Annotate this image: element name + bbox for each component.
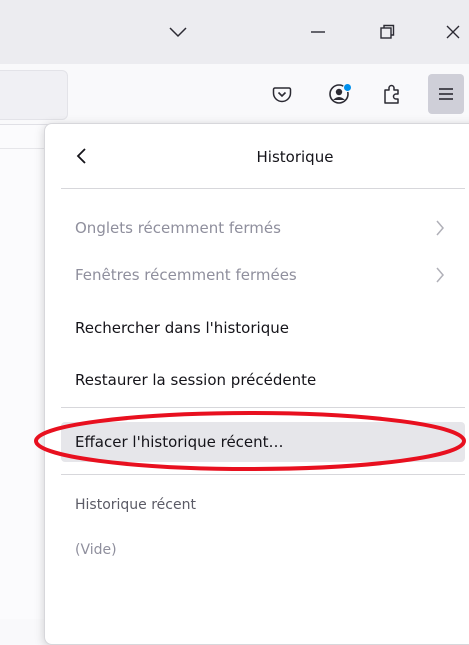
- recent-history-heading: Historique récent: [75, 497, 196, 513]
- menu-item-restore-session[interactable]: Restaurer la session précédente: [61, 360, 465, 400]
- minimize-button[interactable]: [300, 14, 336, 50]
- panel-title: Historique: [256, 148, 334, 166]
- url-bar[interactable]: [0, 70, 68, 120]
- menu-item-clear-recent-history[interactable]: Effacer l'historique récent…: [61, 422, 465, 462]
- chevron-down-icon: [169, 27, 187, 38]
- separator: [61, 188, 465, 189]
- page-content: [0, 125, 44, 619]
- app-menu-button[interactable]: [428, 74, 464, 114]
- restore-icon: [380, 24, 395, 39]
- menu-item-recently-closed-windows[interactable]: Fenêtres récemment fermées: [61, 255, 465, 295]
- chevron-right-icon: [436, 220, 444, 236]
- menu-item-label: Rechercher dans l'historique: [75, 319, 289, 337]
- separator: [61, 407, 465, 408]
- close-icon: [446, 25, 460, 39]
- minimize-icon: [311, 31, 325, 33]
- menu-item-recently-closed-tabs[interactable]: Onglets récemment fermés: [61, 208, 465, 248]
- close-window-button[interactable]: [435, 14, 469, 50]
- menu-item-label: Restaurer la session précédente: [75, 371, 317, 389]
- puzzle-icon: [384, 84, 399, 104]
- list-all-tabs-button[interactable]: [160, 14, 196, 50]
- separator: [61, 474, 465, 475]
- extensions-button[interactable]: [376, 78, 408, 110]
- title-bar: [0, 0, 469, 64]
- history-panel: Historique Onglets récemment fermés Fenê…: [44, 123, 469, 645]
- hamburger-menu-icon: [439, 88, 453, 100]
- account-button[interactable]: [323, 78, 355, 110]
- pocket-icon: [272, 87, 292, 103]
- panel-header: Historique: [45, 124, 469, 188]
- chevron-right-icon: [436, 267, 444, 283]
- restore-button[interactable]: [369, 14, 405, 50]
- menu-item-label: Effacer l'historique récent…: [75, 433, 284, 451]
- menu-item-search-history[interactable]: Rechercher dans l'historique: [61, 308, 465, 348]
- menu-item-label: Fenêtres récemment fermées: [75, 266, 297, 284]
- pocket-button[interactable]: [266, 78, 298, 110]
- notification-dot: [343, 83, 352, 92]
- page-divider: [0, 148, 44, 149]
- menu-item-label: Onglets récemment fermés: [75, 219, 281, 237]
- empty-history-label: (Vide): [75, 542, 117, 558]
- nav-toolbar: [0, 64, 469, 125]
